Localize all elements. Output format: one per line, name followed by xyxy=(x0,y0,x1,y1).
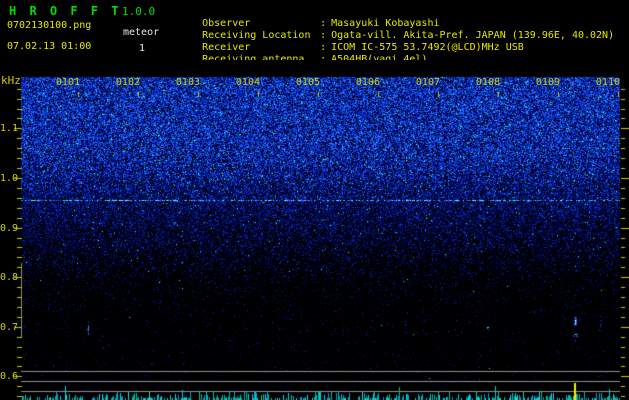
time-tick-label: 0108 xyxy=(475,77,500,88)
mode-label: meteor xyxy=(123,27,160,38)
datetime-label: 07.02.13 01:00 xyxy=(7,41,92,52)
freq-tick-label: 0.7 xyxy=(0,322,19,333)
freq-tick-label: 1.1 xyxy=(0,123,19,134)
freq-tick-label: 0.9 xyxy=(0,223,19,234)
spectrogram-canvas xyxy=(0,60,629,400)
time-tick-label: 0109 xyxy=(535,77,560,88)
app-version: 1.0.0 xyxy=(122,5,156,18)
app-title: H R O F F T xyxy=(9,4,122,18)
freq-tick-label: 0.6 xyxy=(0,371,19,382)
y-axis-unit: kHz xyxy=(1,74,21,87)
freq-tick-label: 1.0 xyxy=(0,173,19,184)
freq-tick-label: 0.8 xyxy=(0,272,19,283)
time-tick-label: 0103 xyxy=(175,77,200,88)
hrofft-screen: H R O F F T 1.0.0 0702130100.png meteor … xyxy=(0,0,629,400)
time-tick-label: 0107 xyxy=(415,77,440,88)
time-tick-label: 0101 xyxy=(55,77,80,88)
meteor-count: 1 xyxy=(139,43,146,54)
time-tick-label: 0102 xyxy=(115,77,140,88)
time-tick-label: 0106 xyxy=(355,77,380,88)
time-tick-label: 0110 xyxy=(595,77,620,88)
time-tick-label: 0104 xyxy=(235,77,260,88)
time-tick-label: 0105 xyxy=(295,77,320,88)
output-filename: 0702130100.png xyxy=(7,20,92,31)
